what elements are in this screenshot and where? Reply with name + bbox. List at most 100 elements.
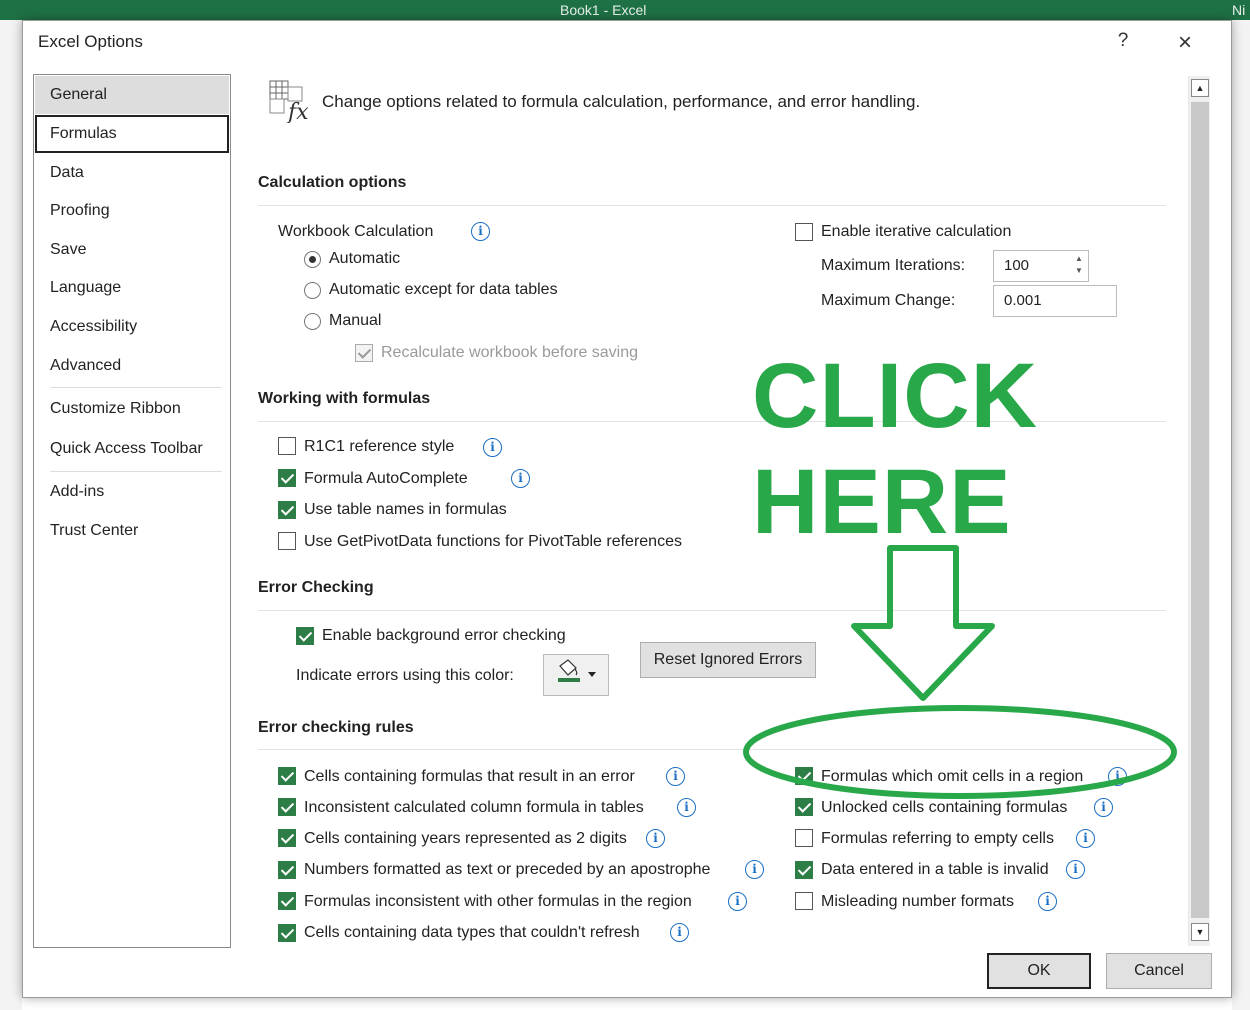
iterative-checkbox[interactable] bbox=[795, 223, 813, 241]
getpivotdata-label: Use GetPivotData functions for PivotTabl… bbox=[304, 533, 682, 550]
options-nav: General Formulas Data Proofing Save Lang… bbox=[33, 74, 231, 948]
rule-checkbox[interactable] bbox=[278, 892, 296, 910]
nav-separator bbox=[50, 387, 222, 388]
info-icon[interactable]: i bbox=[483, 438, 502, 457]
scroll-up-icon[interactable]: ▲ bbox=[1191, 79, 1209, 97]
radio-manual-label: Manual bbox=[329, 312, 382, 329]
app-title-right: Ni bbox=[1232, 2, 1246, 18]
rule-checkbox[interactable] bbox=[278, 829, 296, 847]
close-button[interactable]: × bbox=[1171, 29, 1199, 57]
recalculate-label: Recalculate workbook before saving bbox=[381, 344, 639, 361]
annotation-down-arrow-icon bbox=[851, 545, 995, 701]
table-names-checkbox[interactable] bbox=[278, 501, 296, 519]
ok-button[interactable]: OK bbox=[987, 953, 1091, 989]
rule-label: Formulas referring to empty cells bbox=[821, 830, 1054, 847]
section-title-error-checking: Error Checking bbox=[258, 579, 374, 596]
max-iterations-label: Maximum Iterations: bbox=[821, 257, 966, 274]
nav-item-add-ins[interactable]: Add-ins bbox=[35, 473, 229, 511]
max-change-label: Maximum Change: bbox=[821, 292, 956, 309]
section-divider bbox=[258, 205, 1166, 206]
rule-checkbox[interactable] bbox=[795, 798, 813, 816]
info-icon[interactable]: i bbox=[1094, 798, 1113, 817]
rule-checkbox[interactable] bbox=[795, 861, 813, 879]
rule-checkbox[interactable] bbox=[278, 798, 296, 816]
rule-label: Misleading number formats bbox=[821, 893, 1014, 910]
background-sheet-right bbox=[1232, 20, 1250, 1010]
rule-checkbox[interactable] bbox=[795, 829, 813, 847]
nav-item-proofing[interactable]: Proofing bbox=[35, 192, 229, 230]
background-error-checkbox[interactable] bbox=[296, 627, 314, 645]
background-error-label: Enable background error checking bbox=[322, 627, 566, 644]
nav-item-advanced[interactable]: Advanced bbox=[35, 347, 229, 385]
info-icon[interactable]: i bbox=[1066, 860, 1085, 879]
max-iterations-value: 100 bbox=[1004, 257, 1030, 274]
recalculate-checkbox bbox=[355, 344, 373, 362]
info-icon[interactable]: i bbox=[471, 222, 490, 241]
info-icon[interactable]: i bbox=[646, 829, 665, 848]
iterative-label: Enable iterative calculation bbox=[821, 223, 1012, 240]
rule-checkbox[interactable] bbox=[795, 892, 813, 910]
annotation-arrow-and-circle bbox=[743, 545, 1177, 799]
help-button[interactable]: ? bbox=[1111, 30, 1135, 52]
app-title: Book1 - Excel bbox=[560, 2, 647, 18]
annotation-here-text: HERE bbox=[752, 451, 1012, 553]
radio-automatic-except-tables[interactable] bbox=[304, 282, 321, 299]
radio-automatic[interactable] bbox=[304, 251, 321, 268]
scroll-thumb[interactable] bbox=[1191, 102, 1209, 918]
info-icon[interactable]: i bbox=[745, 860, 764, 879]
r1c1-checkbox[interactable] bbox=[278, 437, 296, 455]
nav-item-save[interactable]: Save bbox=[35, 231, 229, 269]
nav-item-data[interactable]: Data bbox=[35, 154, 229, 192]
info-icon[interactable]: i bbox=[511, 469, 530, 488]
rule-label: Cells containing formulas that result in… bbox=[304, 768, 635, 785]
nav-item-formulas[interactable]: Formulas bbox=[35, 115, 229, 153]
rule-checkbox[interactable] bbox=[278, 861, 296, 879]
info-icon[interactable]: i bbox=[1038, 892, 1057, 911]
nav-item-trust-center[interactable]: Trust Center bbox=[35, 512, 229, 550]
info-icon[interactable]: i bbox=[1076, 829, 1095, 848]
nav-item-language[interactable]: Language bbox=[35, 269, 229, 307]
section-title-formulas: Working with formulas bbox=[258, 390, 431, 407]
section-title-calculation: Calculation options bbox=[258, 174, 407, 191]
info-icon[interactable]: i bbox=[677, 798, 696, 817]
max-iterations-field[interactable]: 100 ▲ ▼ bbox=[993, 250, 1089, 282]
annotation-circle-icon bbox=[743, 705, 1177, 799]
spin-arrows-icon[interactable]: ▲ ▼ bbox=[1072, 253, 1086, 279]
nav-item-customize-ribbon[interactable]: Customize Ribbon bbox=[35, 390, 229, 428]
table-names-label: Use table names in formulas bbox=[304, 501, 507, 518]
paint-bucket-icon bbox=[558, 659, 596, 682]
page-description: Change options related to formula calcul… bbox=[322, 92, 921, 111]
nav-item-quick-access-toolbar[interactable]: Quick Access Toolbar bbox=[35, 430, 229, 468]
info-icon[interactable]: i bbox=[728, 892, 747, 911]
cancel-button[interactable]: Cancel bbox=[1106, 953, 1212, 989]
error-color-label: Indicate errors using this color: bbox=[296, 667, 514, 684]
nav-item-accessibility[interactable]: Accessibility bbox=[35, 308, 229, 346]
info-icon[interactable]: i bbox=[670, 923, 689, 942]
workbook-calculation-label: Workbook Calculation bbox=[278, 223, 434, 240]
radio-automatic-except-tables-label: Automatic except for data tables bbox=[329, 281, 558, 298]
svg-text:fx: fx bbox=[286, 100, 309, 123]
max-change-field[interactable]: 0.001 bbox=[993, 285, 1117, 317]
nav-item-general[interactable]: General bbox=[35, 76, 229, 114]
rule-label: Data entered in a table is invalid bbox=[821, 861, 1049, 878]
error-color-picker[interactable] bbox=[543, 654, 609, 696]
background-sheet-left bbox=[0, 20, 22, 1010]
section-title-error-rules: Error checking rules bbox=[258, 719, 414, 736]
rule-label: Cells containing data types that couldn'… bbox=[304, 924, 640, 941]
radio-automatic-label: Automatic bbox=[329, 250, 401, 267]
autocomplete-checkbox[interactable] bbox=[278, 469, 296, 487]
rule-label: Numbers formatted as text or preceded by… bbox=[304, 861, 711, 878]
autocomplete-label: Formula AutoComplete bbox=[304, 470, 468, 487]
rule-checkbox[interactable] bbox=[278, 767, 296, 785]
formula-fx-icon: fx bbox=[269, 80, 309, 123]
rule-label: Unlocked cells containing formulas bbox=[821, 799, 1068, 816]
rule-checkbox[interactable] bbox=[278, 924, 296, 942]
info-icon[interactable]: i bbox=[666, 767, 685, 786]
getpivotdata-checkbox[interactable] bbox=[278, 532, 296, 550]
max-change-value: 0.001 bbox=[1004, 292, 1042, 309]
radio-manual[interactable] bbox=[304, 313, 321, 330]
rule-label: Cells containing years represented as 2 … bbox=[304, 830, 627, 847]
scroll-down-icon[interactable]: ▼ bbox=[1191, 923, 1209, 941]
excel-options-dialog: Excel Options ? × General Formulas Data … bbox=[22, 20, 1232, 998]
options-scrollbar[interactable]: ▲ ▼ bbox=[1188, 76, 1210, 946]
